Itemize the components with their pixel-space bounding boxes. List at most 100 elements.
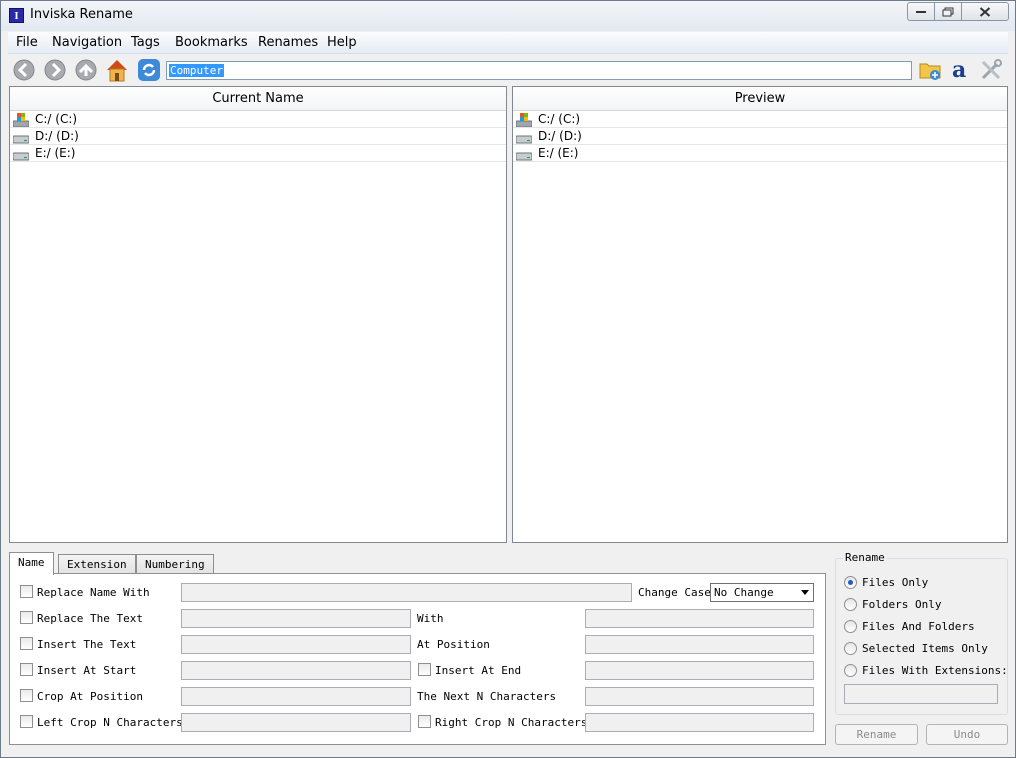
menu-help[interactable]: Help — [327, 35, 357, 50]
replace-text-input[interactable] — [181, 609, 411, 628]
insert-text-input[interactable] — [181, 635, 411, 654]
with-input[interactable] — [585, 609, 814, 628]
insert-at-end-input[interactable] — [585, 661, 814, 680]
left-crop-checkbox[interactable] — [20, 715, 33, 728]
forward-icon[interactable] — [43, 58, 67, 82]
replace-name-label: Replace Name With — [37, 586, 150, 599]
left-crop-label: Left Crop N Characters — [37, 716, 183, 729]
folders-only-label: Folders Only — [862, 598, 942, 611]
at-position-label: At Position — [417, 638, 490, 651]
next-n-characters-label: The Next N Characters — [417, 690, 557, 703]
undo-button[interactable]: Undo — [926, 724, 1008, 745]
list-item[interactable]: E:/ (E:) — [10, 145, 506, 162]
files-and-folders-label: Files And Folders — [862, 620, 975, 633]
restore-button[interactable] — [934, 2, 962, 21]
app-window: I Inviska Rename File Navigation Tags Bo… — [0, 0, 1016, 758]
toolbar: Computer a — [8, 55, 1008, 86]
list-item[interactable]: D:/ (D:) — [10, 128, 506, 145]
close-button[interactable] — [961, 2, 1009, 21]
list-item[interactable]: C:/ (C:) — [10, 111, 506, 128]
selected-items-only-label: Selected Items Only — [862, 642, 988, 655]
menu-bar: File Navigation Tags Bookmarks Renames H… — [8, 32, 1008, 54]
tab-extension[interactable]: Extension — [58, 554, 136, 574]
next-n-characters-input[interactable] — [585, 687, 814, 706]
change-case-label: Change Case — [638, 586, 711, 599]
extensions-input[interactable] — [844, 684, 998, 704]
change-case-select[interactable]: No Change — [710, 583, 814, 602]
selected-items-only-radio[interactable] — [844, 642, 857, 655]
tab-numbering[interactable]: Numbering — [136, 554, 214, 574]
right-crop-input[interactable] — [585, 713, 814, 732]
insert-text-label: Insert The Text — [37, 638, 137, 651]
up-icon[interactable] — [74, 58, 98, 82]
drive-icon — [13, 135, 29, 144]
restore-icon — [942, 7, 954, 16]
files-with-extensions-radio[interactable] — [844, 664, 857, 677]
tab-name[interactable]: Name — [9, 552, 54, 575]
menu-bookmarks[interactable]: Bookmarks — [175, 35, 248, 50]
rename-group-title: Rename — [843, 551, 887, 564]
right-crop-checkbox[interactable] — [418, 715, 431, 728]
list-item-label: E:/ (E:) — [35, 146, 76, 160]
window-title: Inviska Rename — [30, 7, 133, 22]
at-position-input[interactable] — [585, 635, 814, 654]
back-icon[interactable] — [12, 58, 36, 82]
replace-name-input[interactable] — [181, 583, 632, 602]
current-name-panel: Current Name C:/ (C:) D:/ (D:) E:/ (E:) — [9, 86, 507, 543]
replace-name-checkbox[interactable] — [20, 585, 33, 598]
insert-text-checkbox[interactable] — [20, 637, 33, 650]
close-icon — [979, 6, 991, 17]
insert-at-end-label: Insert At End — [435, 664, 522, 677]
system-drive-icon — [516, 113, 532, 127]
rename-button[interactable]: Rename — [835, 724, 918, 745]
insert-at-start-label: Insert At Start — [37, 664, 137, 677]
list-item-label: D:/ (D:) — [538, 129, 582, 143]
minimize-icon — [916, 10, 926, 13]
insert-at-start-input[interactable] — [181, 661, 411, 680]
list-item[interactable]: C:/ (C:) — [513, 111, 1007, 128]
insert-at-start-checkbox[interactable] — [20, 663, 33, 676]
files-and-folders-radio[interactable] — [844, 620, 857, 633]
list-item[interactable]: D:/ (D:) — [513, 128, 1007, 145]
preview-header[interactable]: Preview — [513, 87, 1007, 111]
menu-file[interactable]: File — [16, 35, 38, 50]
settings-icon[interactable] — [979, 58, 1003, 82]
drive-icon — [516, 135, 532, 144]
menu-tags[interactable]: Tags — [131, 35, 160, 50]
system-drive-icon — [13, 113, 29, 127]
insert-at-end-checkbox[interactable] — [418, 663, 431, 676]
preview-panel: Preview C:/ (C:) D:/ (D:) E:/ (E:) — [512, 86, 1008, 543]
folders-only-radio[interactable] — [844, 598, 857, 611]
menu-navigation[interactable]: Navigation — [52, 35, 122, 50]
minimize-button[interactable] — [907, 2, 935, 21]
app-logo-icon: I — [9, 8, 24, 23]
home-icon[interactable] — [105, 58, 129, 82]
drive-icon — [13, 152, 29, 161]
left-crop-input[interactable] — [181, 713, 411, 732]
list-item-label: E:/ (E:) — [538, 146, 579, 160]
svg-text:a: a — [952, 58, 966, 82]
refresh-icon[interactable] — [137, 58, 161, 82]
path-text: Computer — [169, 64, 224, 77]
open-folder-icon[interactable] — [918, 58, 942, 82]
path-input[interactable]: Computer — [166, 61, 912, 80]
list-item-label: D:/ (D:) — [35, 129, 79, 143]
drive-icon — [516, 152, 532, 161]
with-label: With — [417, 612, 444, 625]
crop-at-position-input[interactable] — [181, 687, 411, 706]
list-item[interactable]: E:/ (E:) — [513, 145, 1007, 162]
current-name-header[interactable]: Current Name — [10, 87, 506, 111]
title-bar[interactable]: I Inviska Rename — [1, 1, 1015, 31]
files-only-radio[interactable] — [844, 576, 857, 589]
files-with-extensions-label: Files With Extensions: — [862, 664, 1008, 677]
replace-text-label: Replace The Text — [37, 612, 143, 625]
files-only-label: Files Only — [862, 576, 929, 589]
menu-renames[interactable]: Renames — [258, 35, 318, 50]
replace-text-checkbox[interactable] — [20, 611, 33, 624]
crop-at-position-checkbox[interactable] — [20, 689, 33, 702]
right-crop-label: Right Crop N Characters — [435, 716, 588, 729]
list-item-label: C:/ (C:) — [538, 112, 581, 126]
tag-icon[interactable]: a — [949, 58, 973, 82]
change-case-value: No Change — [714, 586, 774, 599]
list-item-label: C:/ (C:) — [35, 112, 78, 126]
